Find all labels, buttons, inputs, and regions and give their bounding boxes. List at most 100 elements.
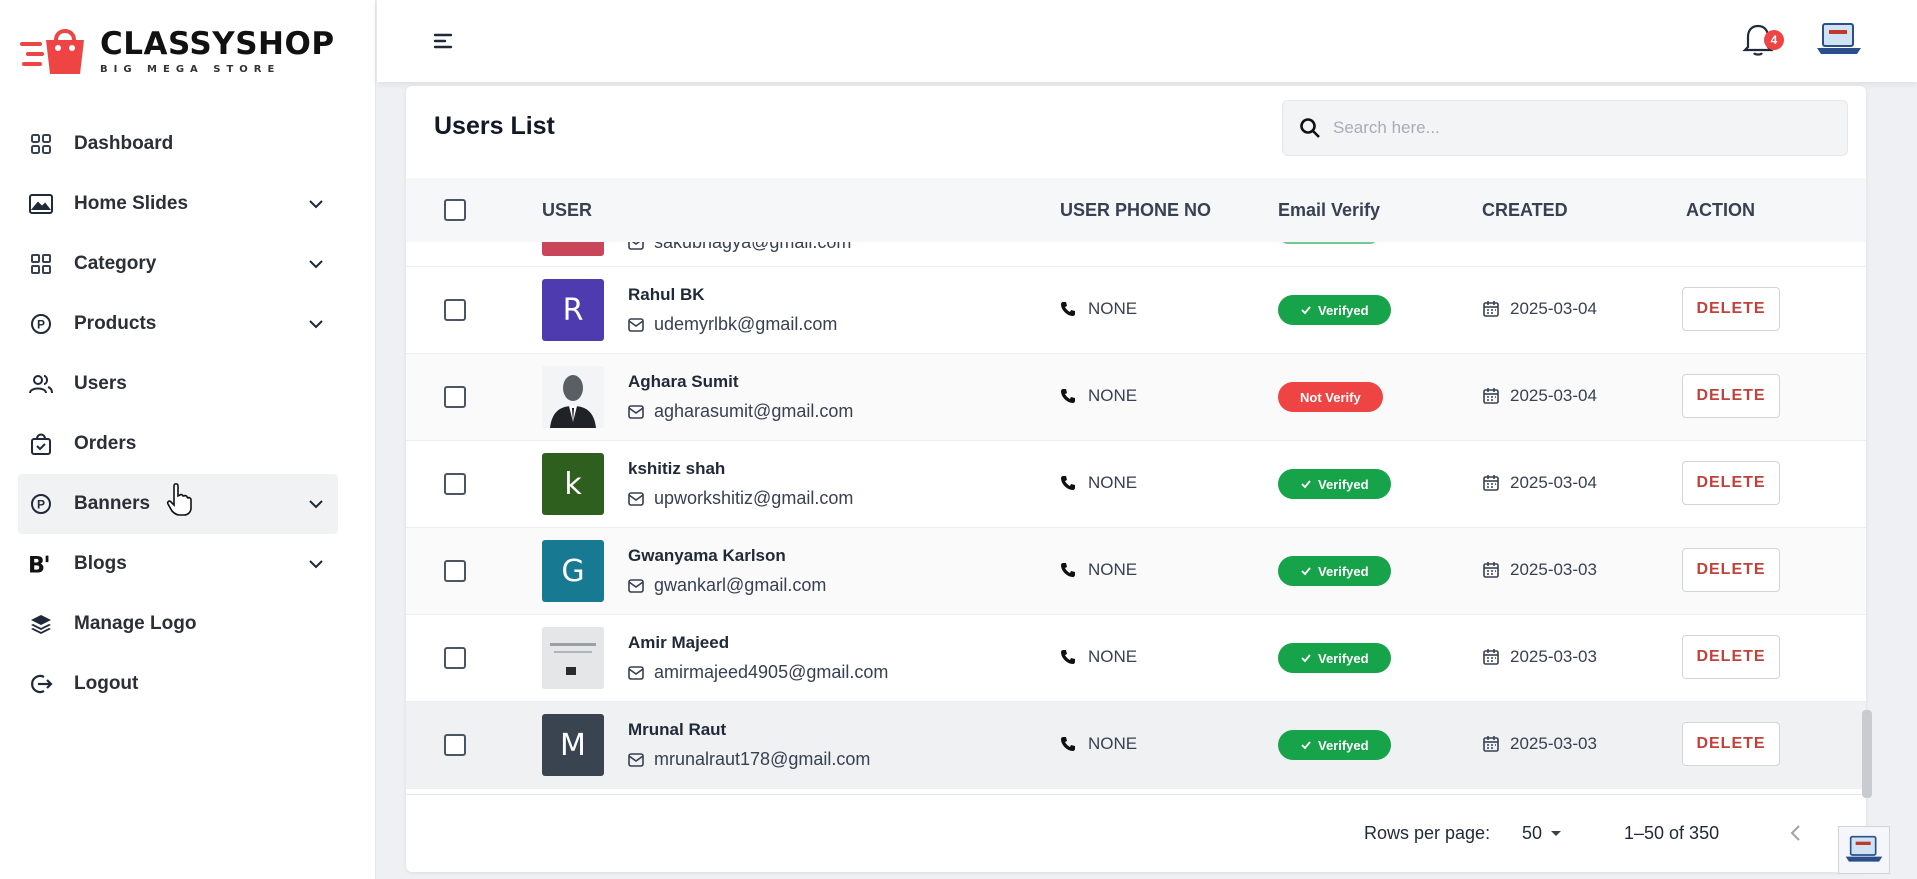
- user-phone-text: NONE: [1088, 473, 1138, 492]
- user-email: agharasumit@gmail.com: [628, 401, 853, 422]
- brand-name: CLASSYSHOP: [100, 26, 335, 62]
- table-row: M Mrunal Raut mrunalraut178@gmail.com NO…: [406, 702, 1866, 789]
- page-title: Users List: [434, 112, 555, 140]
- chevron-down-icon[interactable]: [306, 494, 326, 514]
- sidebar-item-dashboard[interactable]: Dashboard: [18, 114, 338, 174]
- chevron-down-icon[interactable]: [306, 314, 326, 334]
- chevron-down-icon[interactable]: [306, 554, 326, 574]
- verify-badge-text: Verifyed: [1318, 563, 1369, 579]
- user-email: gwankarl@gmail.com: [628, 575, 826, 596]
- created-date: 2025-03-04: [1482, 299, 1597, 319]
- phone-icon: [1061, 650, 1075, 664]
- column-header-user[interactable]: USER: [542, 200, 592, 221]
- chevron-down-icon[interactable]: [306, 254, 326, 274]
- brand-tagline: BIG MEGA STORE: [100, 64, 281, 75]
- user-avatar[interactable]: [1815, 20, 1863, 60]
- user-phone-text: NONE: [1088, 647, 1138, 666]
- table-row: k kshitiz shah upworkshitiz@gmail.com NO…: [406, 441, 1866, 528]
- column-header-email-verify[interactable]: Email Verify: [1278, 200, 1380, 221]
- sidebar-item-logout[interactable]: Logout: [18, 654, 338, 714]
- row-checkbox[interactable]: [444, 386, 466, 408]
- calendar-icon: [1483, 649, 1499, 665]
- rows-per-page-select[interactable]: 50: [1522, 819, 1562, 848]
- top-header: 4: [377, 0, 1917, 82]
- dashboard-grid-icon: [28, 131, 54, 157]
- user-email: upworkshitiz@gmail.com: [628, 488, 853, 509]
- check-icon: [1301, 480, 1311, 489]
- avatar: k: [542, 453, 604, 515]
- delete-button[interactable]: DELETE: [1682, 287, 1780, 331]
- table-row: Amir Majeed amirmajeed4905@gmail.com NON…: [406, 615, 1866, 702]
- notification-bell-icon[interactable]: 4: [1742, 22, 1784, 62]
- created-date-text: 2025-03-03: [1510, 647, 1597, 666]
- calendar-icon: [1483, 475, 1499, 491]
- user-name: Aghara Sumit: [628, 372, 739, 391]
- search-box[interactable]: [1282, 100, 1848, 156]
- sidebar-item-products[interactable]: P Products: [18, 294, 338, 354]
- sidebar-item-manage-logo[interactable]: Manage Logo: [18, 594, 338, 654]
- user-email-text: amirmajeed4905@gmail.com: [654, 662, 889, 682]
- rows-per-page-label: Rows per page:: [1364, 823, 1491, 843]
- blog-b-icon: B: [28, 551, 54, 577]
- sidebar-item-home-slides[interactable]: Home Slides: [18, 174, 338, 234]
- search-input[interactable]: [1333, 118, 1847, 138]
- calendar-icon: [1483, 388, 1499, 404]
- sidebar-item-orders[interactable]: Orders: [18, 414, 338, 474]
- scrollbar-thumb[interactable]: [1862, 710, 1872, 798]
- created-date: 2025-03-03: [1482, 647, 1597, 667]
- delete-button[interactable]: DELETE: [1682, 548, 1780, 592]
- delete-button[interactable]: DELETE: [1682, 374, 1780, 418]
- verify-badge: Verifyed: [1278, 556, 1391, 586]
- created-date-text: 2025-03-04: [1510, 473, 1597, 492]
- table-header: USER USER PHONE NO Email Verify CREATED …: [406, 178, 1866, 242]
- row-checkbox[interactable]: [444, 647, 466, 669]
- menu-toggle-icon[interactable]: [431, 28, 457, 54]
- chevron-down-icon[interactable]: [306, 194, 326, 214]
- table-row: sakubhagya@gmail.com: [406, 242, 1866, 267]
- row-checkbox[interactable]: [444, 473, 466, 495]
- avatar: [542, 627, 604, 689]
- column-header-phone[interactable]: USER PHONE NO: [1060, 200, 1211, 221]
- user-email-text: mrunalraut178@gmail.com: [654, 749, 871, 769]
- verify-badge: [1280, 242, 1378, 244]
- column-header-action[interactable]: ACTION: [1686, 200, 1755, 221]
- user-avatar[interactable]: [1838, 826, 1890, 874]
- sidebar-item-blogs[interactable]: B Blogs: [18, 534, 338, 594]
- sidebar-item-label: Logout: [74, 673, 139, 694]
- user-name: Gwanyama Karlson: [628, 546, 786, 565]
- created-date-text: 2025-03-04: [1510, 386, 1597, 405]
- row-checkbox[interactable]: [444, 560, 466, 582]
- sidebar-item-label: Products: [74, 313, 157, 334]
- user-phone-text: NONE: [1088, 560, 1138, 579]
- sidebar-item-label: Users: [74, 373, 127, 394]
- user-phone-text: NONE: [1088, 386, 1138, 405]
- rows-per-page-value: 50: [1522, 823, 1543, 843]
- user-email: mrunalraut178@gmail.com: [628, 749, 870, 770]
- check-icon: [1301, 654, 1311, 663]
- brand-logo[interactable]: CLASSYSHOP BIG MEGA STORE: [18, 22, 335, 82]
- column-header-created[interactable]: CREATED: [1482, 200, 1568, 221]
- check-icon: [1301, 741, 1311, 750]
- user-phone: NONE: [1060, 299, 1137, 319]
- sidebar: CLASSYSHOP BIG MEGA STORE Dashboard Home…: [0, 0, 376, 879]
- user-name: Mrunal Raut: [628, 720, 727, 739]
- sidebar-item-users[interactable]: Users: [18, 354, 338, 414]
- delete-button[interactable]: DELETE: [1682, 722, 1780, 766]
- layers-icon: [28, 611, 54, 637]
- user-email-text: agharasumit@gmail.com: [654, 401, 854, 421]
- delete-button[interactable]: DELETE: [1682, 461, 1780, 505]
- table-scrollbar[interactable]: [1862, 86, 1872, 872]
- avatar: [542, 242, 604, 256]
- user-phone: NONE: [1060, 647, 1137, 667]
- user-phone-text: NONE: [1088, 734, 1138, 753]
- user-name: kshitiz shah: [628, 459, 726, 478]
- created-date-text: 2025-03-04: [1510, 299, 1597, 318]
- verify-badge: Not Verify: [1278, 382, 1383, 412]
- row-checkbox[interactable]: [444, 299, 466, 321]
- previous-page-icon[interactable]: [1782, 819, 1810, 847]
- row-checkbox[interactable]: [444, 734, 466, 756]
- delete-button[interactable]: DELETE: [1682, 635, 1780, 679]
- select-all-checkbox[interactable]: [444, 199, 466, 221]
- created-date: 2025-03-03: [1482, 734, 1597, 754]
- sidebar-item-category[interactable]: Category: [18, 234, 338, 294]
